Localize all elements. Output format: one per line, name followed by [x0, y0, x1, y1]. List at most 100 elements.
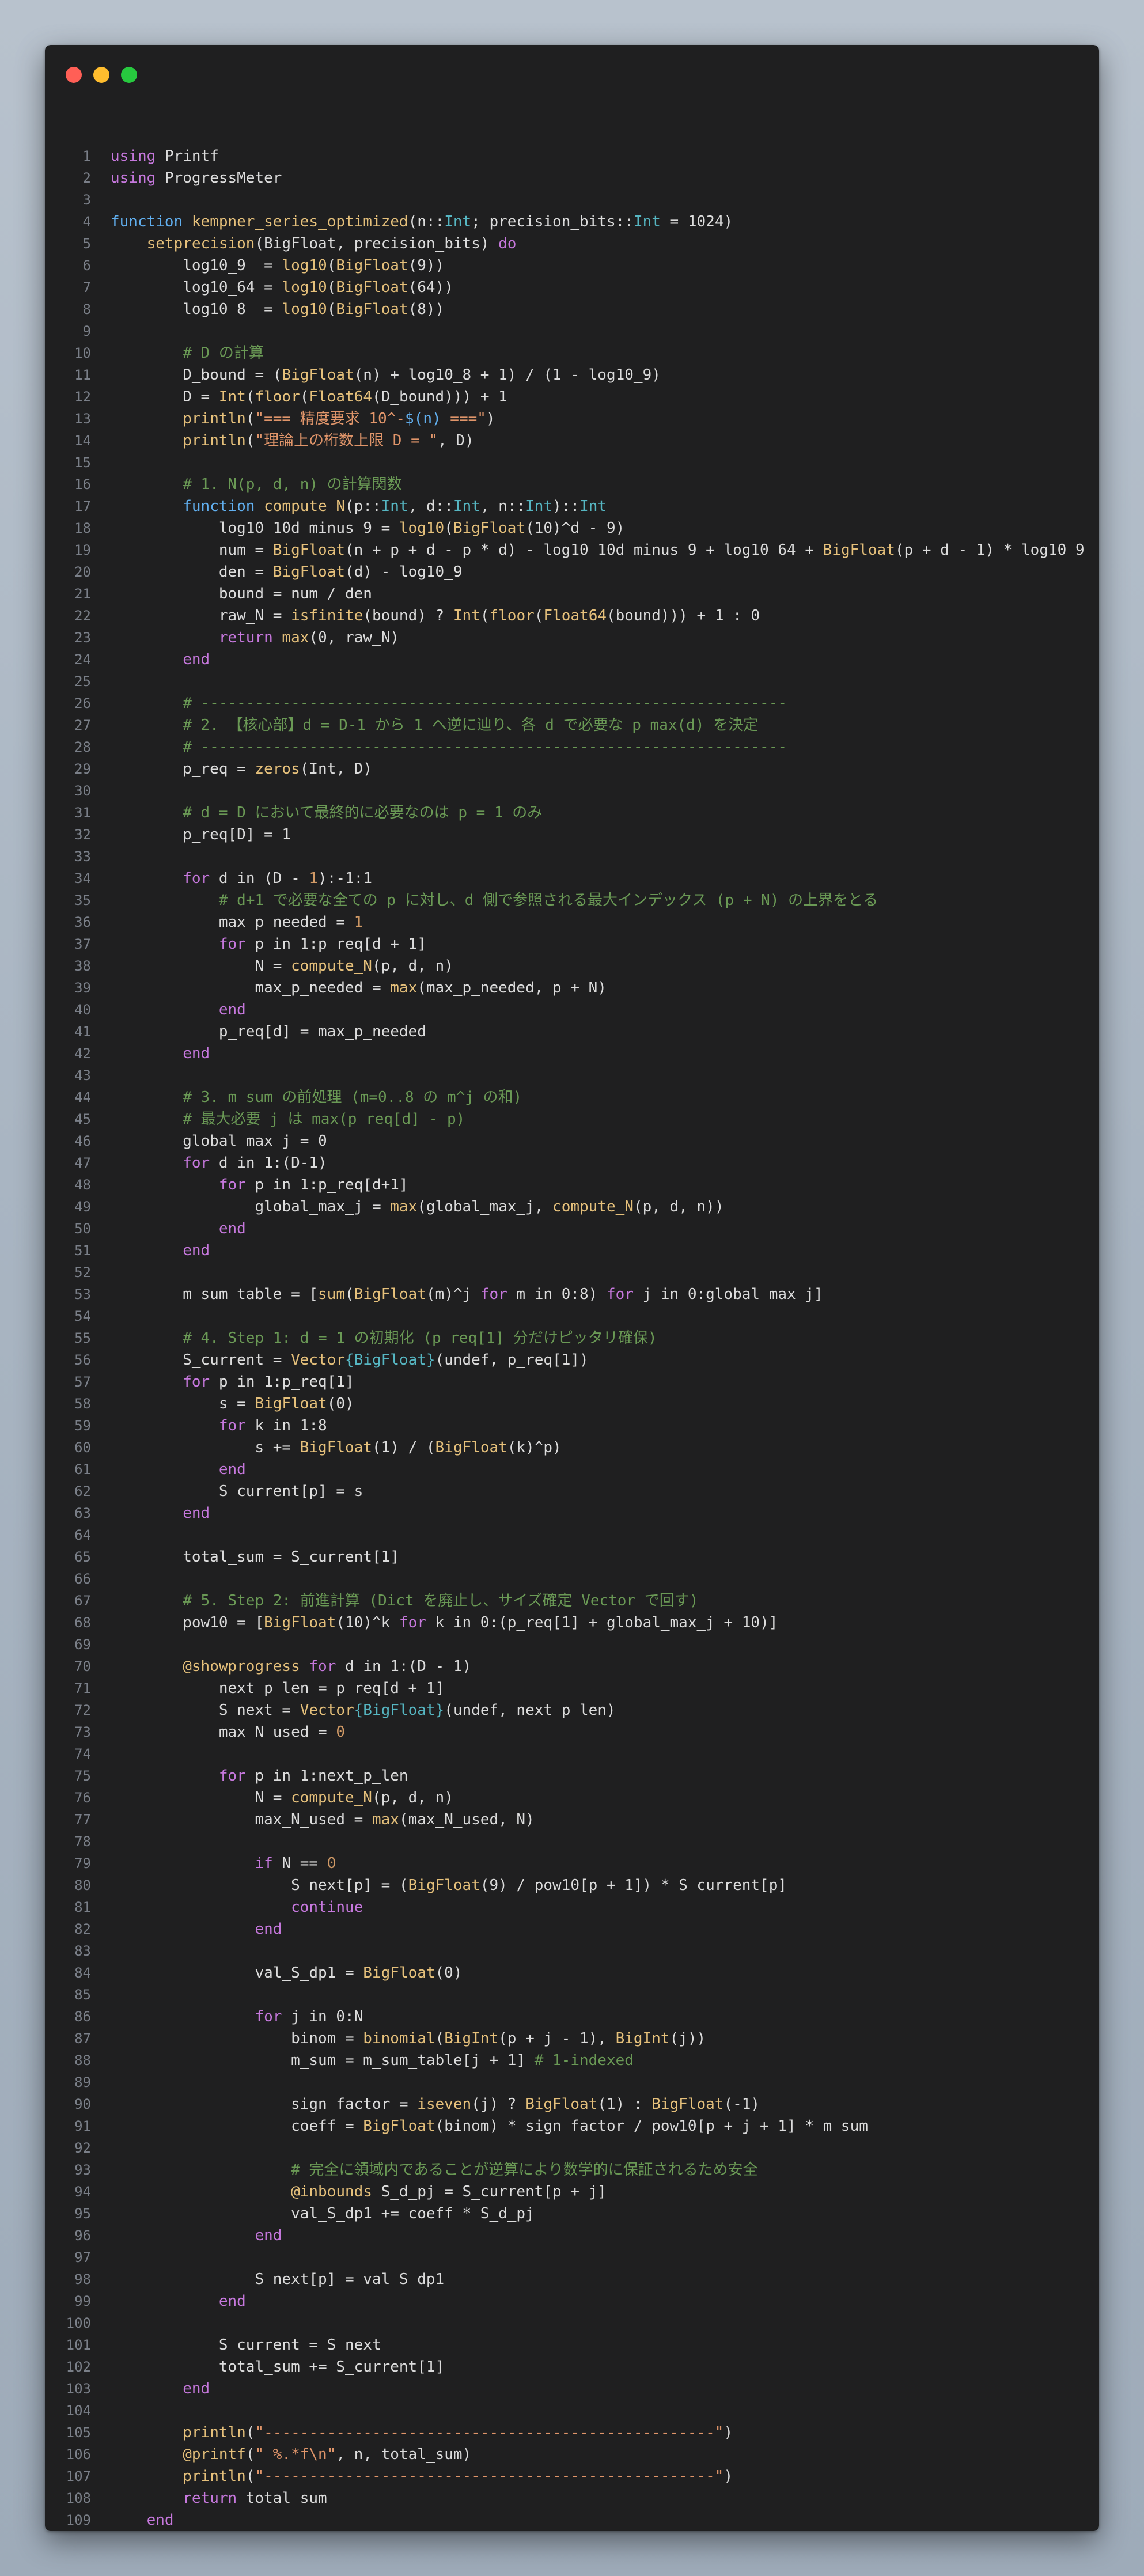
code-token: BigFloat [272, 563, 345, 581]
code-token: BigFloat [354, 1286, 426, 1303]
line-number: 29 [74, 761, 91, 777]
code-line: 33 [45, 846, 1099, 867]
line-number: 106 [66, 2446, 91, 2463]
code-token: (p, d, n)) [633, 1198, 724, 1215]
code-token: # 最大必要 j は max(p_req[d] - p) [111, 1111, 465, 1128]
code-line: 10 # D の計算 [45, 342, 1099, 364]
close-button[interactable] [66, 67, 82, 83]
line-number: 109 [66, 2512, 91, 2528]
code-token: D_bound = ( [111, 366, 282, 384]
line-number: 26 [74, 695, 91, 711]
code-token: val_S_dp1 = [111, 1964, 363, 1982]
code-line: 44 # 3. m_sum の前処理 (m=0..8 の m^j の和) [45, 1086, 1099, 1108]
code-token: Int [444, 213, 472, 230]
code-line: 75 for p in 1:next_p_len [45, 1765, 1099, 1787]
code-token: BigFloat [408, 1877, 480, 1894]
code-token: (undef, next_p_len) [444, 1702, 616, 1719]
line-number: 10 [74, 345, 91, 361]
code-token: S_next[p] = ( [111, 1877, 408, 1894]
code-token: (D_bound))) + 1 [372, 388, 507, 406]
code-token: (1) / ( [372, 1439, 435, 1456]
code-token: k in 1:8 [245, 1417, 327, 1434]
code-window: 1 using Printf 2 using ProgressMeter 3 4 funct… [45, 45, 1099, 2531]
line-number: 73 [74, 1724, 91, 1740]
code-token: Int [633, 213, 661, 230]
code-line: 91 coeff = BigFloat(binom) * sign_factor… [45, 2115, 1099, 2137]
code-editor[interactable]: 1 using Printf 2 using ProgressMeter 3 4 funct… [45, 145, 1099, 2531]
line-number: 85 [74, 1987, 91, 2003]
code-token: (0) [327, 1395, 354, 1412]
code-token: println [183, 2424, 246, 2441]
minimize-button[interactable] [93, 67, 109, 83]
code-token: # 4. Step 1: d = 1 の初期化 (p_req[1] 分だけピッタ… [111, 1329, 657, 1347]
line-number: 100 [66, 2315, 91, 2331]
code-line: 97 [45, 2247, 1099, 2268]
line-number: 108 [66, 2490, 91, 2506]
code-token: binomial [363, 2030, 435, 2047]
code-line: 27 # 2. 【核心部】d = D-1 から 1 へ逆に辿り、各 d で必要な… [45, 714, 1099, 736]
line-number: 14 [74, 433, 91, 449]
code-line: 101 S_current = S_next [45, 2334, 1099, 2356]
code-token: S_current = [111, 1351, 291, 1369]
code-line: 100 [45, 2312, 1099, 2334]
code-token: compute_N [291, 1789, 372, 1806]
code-line: 69 [45, 1634, 1099, 1656]
code-token: end [183, 2380, 210, 2397]
code-token: (0) [435, 1964, 463, 1982]
code-token: for [183, 1154, 210, 1172]
line-number: 103 [66, 2381, 91, 2397]
code-line: 23 return max(0, raw_N) [45, 627, 1099, 649]
code-token: s += [111, 1439, 300, 1456]
code-token: k in 0:(p_req[1] + global_max_j + 10)] [426, 1614, 778, 1631]
code-token: max [390, 1198, 418, 1215]
line-number: 80 [74, 1877, 91, 1893]
code-token: p_req = [111, 760, 255, 778]
code-token: println [183, 2468, 246, 2485]
code-token: , n:: [480, 498, 526, 515]
code-line: 87 binom = binomial(BigInt(p + j - 1), B… [45, 2028, 1099, 2050]
line-number: 27 [74, 717, 91, 733]
code-token: return [218, 629, 273, 646]
line-number: 15 [74, 454, 91, 471]
code-token: ( [534, 607, 544, 624]
code-token: Int [218, 388, 246, 406]
line-number: 13 [74, 411, 91, 427]
code-line: 86 for j in 0:N [45, 2006, 1099, 2028]
code-line: 105 println("---------------------------… [45, 2422, 1099, 2444]
code-line: 49 global_max_j = max(global_max_j, comp… [45, 1196, 1099, 1218]
code-line: 66 [45, 1568, 1099, 1590]
code-token: binom = [111, 2030, 363, 2047]
code-token: end [218, 1220, 246, 1237]
code-token: d in 1:(D-1) [210, 1154, 327, 1172]
code-token: # --------------------------------------… [111, 695, 787, 712]
code-line: 88 m_sum = m_sum_table[j + 1] # 1-indexe… [45, 2050, 1099, 2071]
code-token: global_max_j = 0 [111, 1132, 327, 1150]
code-line: 94 @inbounds S_d_pj = S_current[p + j] [45, 2181, 1099, 2203]
code-token: BigFloat [435, 1439, 507, 1456]
code-token: # --------------------------------------… [111, 738, 787, 756]
line-number: 76 [74, 1790, 91, 1806]
code-line: 67 # 5. Step 2: 前進計算 (Dict を廃止し、サイズ確定 Ve… [45, 1590, 1099, 1612]
code-token: compute_N [552, 1198, 634, 1215]
code-token: for [183, 1373, 210, 1391]
code-line: 81 continue [45, 1896, 1099, 1918]
code-line: 108 return total_sum [45, 2487, 1099, 2509]
code-token: println [183, 410, 246, 427]
code-line: 47 for d in 1:(D-1) [45, 1152, 1099, 1174]
code-token: ( [245, 410, 255, 427]
line-number: 21 [74, 586, 91, 602]
maximize-button[interactable] [121, 67, 137, 83]
code-token: continue [291, 1899, 363, 1916]
